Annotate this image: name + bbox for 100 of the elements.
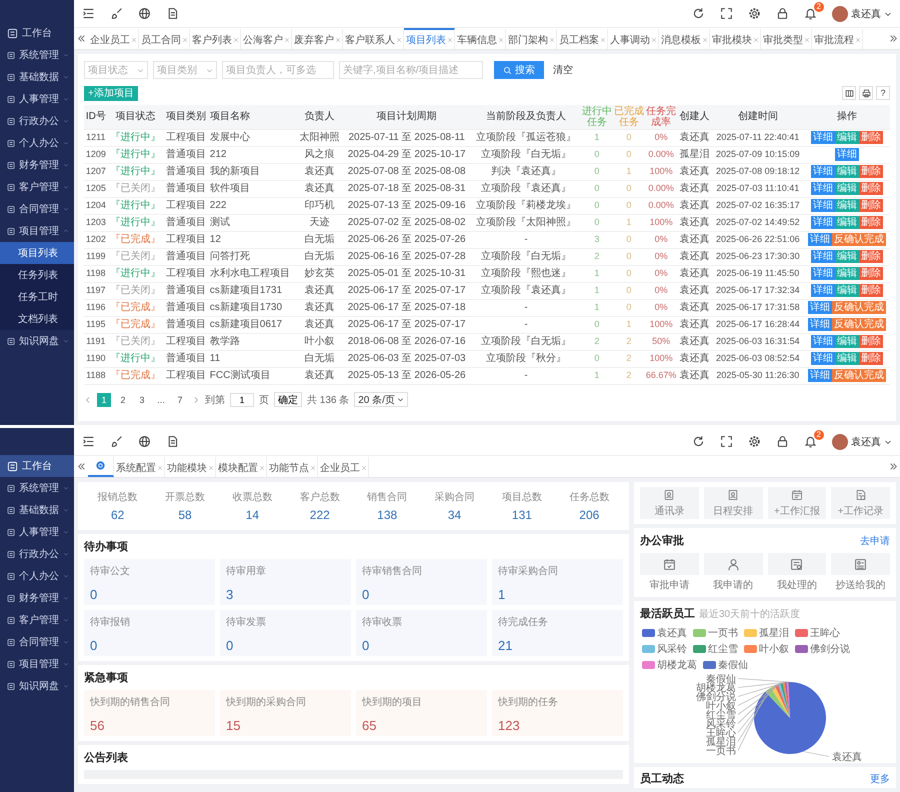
tab[interactable]: 客户联系人 — [343, 28, 404, 49]
avatar[interactable] — [832, 6, 848, 22]
action-button[interactable]: 详细 — [834, 148, 859, 161]
action-button[interactable]: 删除 — [858, 352, 883, 365]
pie-slice[interactable] — [754, 682, 826, 754]
user-name[interactable]: 袁还真 — [851, 434, 881, 448]
sidebar-item[interactable]: 财务管理 — [0, 587, 74, 609]
tab[interactable]: 员工档案 — [557, 28, 608, 49]
action-button[interactable]: 删除 — [858, 216, 883, 229]
action-button[interactable]: 详细 — [810, 165, 835, 178]
sidebar-item[interactable]: 系统管理 — [0, 477, 74, 499]
lock-icon[interactable] — [776, 7, 789, 20]
close-icon[interactable] — [208, 464, 214, 470]
sidebar-subitem[interactable]: 文档列表 — [0, 308, 74, 330]
action-button[interactable]: 详细 — [808, 233, 832, 246]
close-icon[interactable] — [310, 464, 316, 470]
tab[interactable]: 员工合同 — [139, 28, 190, 49]
action-button[interactable]: 详细 — [810, 182, 835, 195]
apply-link[interactable]: 去申请 — [860, 534, 890, 548]
action-button[interactable]: 删除 — [858, 335, 883, 348]
tab[interactable]: 车辆信息 — [455, 28, 506, 49]
action-button[interactable]: 详细 — [810, 250, 835, 263]
close-icon[interactable] — [233, 36, 239, 42]
sidebar-item[interactable]: 工作台 — [0, 22, 74, 44]
close-icon[interactable] — [131, 36, 137, 42]
lock-icon[interactable] — [776, 435, 789, 448]
summary-tile[interactable]: 待审发票 0 — [220, 610, 351, 656]
icon-tile[interactable] — [640, 553, 699, 575]
pie-slice[interactable] — [780, 682, 790, 718]
menu-icon[interactable] — [82, 435, 95, 448]
tab[interactable]: 部门架构 — [506, 28, 557, 49]
previous-page-icon[interactable] — [84, 396, 92, 404]
sidebar-item[interactable]: 知识网盘 — [0, 675, 74, 697]
summary-tile[interactable]: 待审销售合同 0 — [356, 559, 487, 605]
tab[interactable]: 功能节点 — [267, 456, 318, 477]
tab[interactable]: 审批流程 — [812, 28, 863, 49]
action-button[interactable]: 详细 — [810, 352, 835, 365]
double-chevron-right-icon[interactable] — [888, 34, 898, 43]
more-link[interactable]: 更多 — [870, 772, 890, 786]
action-button[interactable]: 详细 — [810, 216, 835, 229]
close-icon[interactable] — [259, 464, 265, 470]
sidebar-item[interactable]: 工作台 — [0, 455, 74, 477]
tab[interactable]: 系统配置 — [114, 456, 165, 477]
icon-tile[interactable] — [704, 553, 762, 575]
tab[interactable]: 企业员工 — [318, 456, 369, 477]
page-button[interactable]: 3 — [135, 392, 149, 406]
sidebar-item[interactable]: 客户管理 — [0, 609, 74, 631]
sidebar-item[interactable]: 行政办公 — [0, 543, 74, 565]
legend-item[interactable]: 一页书 — [693, 626, 738, 640]
next-page-icon[interactable] — [192, 396, 200, 404]
legend-item[interactable]: 孤星泪 — [744, 626, 789, 640]
close-icon[interactable] — [335, 36, 341, 42]
brush-icon[interactable] — [110, 7, 123, 20]
user-name[interactable]: 袁还真 — [851, 6, 881, 20]
avatar[interactable] — [832, 434, 848, 450]
document-icon[interactable] — [166, 7, 179, 20]
document-icon[interactable] — [166, 435, 179, 448]
close-icon[interactable] — [702, 36, 708, 42]
tab[interactable]: 项目列表 — [404, 28, 455, 49]
sidebar-item[interactable]: 人事管理 — [0, 521, 74, 543]
close-icon[interactable] — [804, 36, 810, 42]
menu-icon[interactable] — [82, 7, 95, 20]
page-button[interactable]: 2 — [116, 392, 130, 406]
brush-icon[interactable] — [110, 435, 123, 448]
print-button[interactable] — [859, 86, 873, 100]
close-icon[interactable] — [651, 36, 657, 42]
pie-slice[interactable] — [778, 683, 790, 718]
approval-label[interactable]: 我处理的 — [776, 578, 817, 592]
tab[interactable]: 客户列表 — [190, 28, 241, 49]
tab[interactable]: 审批类型 — [761, 28, 812, 49]
tab[interactable]: 消息模板 — [659, 28, 710, 49]
close-icon[interactable] — [549, 36, 555, 42]
sidebar-item[interactable]: 系统管理 — [0, 44, 74, 66]
page-button[interactable]: 7 — [173, 392, 187, 406]
tab[interactable]: 废弃客户 — [292, 28, 343, 49]
quick-link[interactable]: +工作记录 — [831, 487, 890, 519]
page-number-field[interactable]: 1 — [230, 392, 254, 406]
quick-link[interactable]: 日程安排 — [704, 487, 762, 519]
settings-icon[interactable] — [748, 435, 761, 448]
action-button[interactable]: 详细 — [810, 199, 835, 212]
sidebar-item[interactable]: 个人办公 — [0, 132, 74, 154]
summary-tile[interactable]: 快到期的项目 65 — [356, 690, 487, 736]
legend-item[interactable]: 秦假仙 — [703, 658, 748, 672]
confirm-button[interactable]: 确定 — [274, 392, 302, 407]
sidebar-item[interactable]: 知识网盘 — [0, 330, 74, 352]
tab[interactable] — [88, 456, 114, 477]
sidebar-item[interactable]: 人事管理 — [0, 88, 74, 110]
action-button[interactable]: 删除 — [858, 284, 883, 297]
page-size-select[interactable]: 20 条/页 — [354, 392, 408, 407]
sidebar-item[interactable]: 基础数据 — [0, 499, 74, 521]
action-button[interactable]: 详细 — [808, 369, 832, 382]
close-icon[interactable] — [447, 36, 453, 42]
page-button[interactable]: ... — [154, 392, 168, 406]
icon-tile[interactable] — [831, 553, 890, 575]
legend-item[interactable]: 红尘雪 — [693, 642, 738, 656]
globe-icon[interactable] — [138, 435, 151, 448]
summary-tile[interactable]: 快到期的采购合同 15 — [220, 690, 351, 736]
legend-item[interactable]: 袁还真 — [642, 626, 687, 640]
sidebar-item[interactable]: 项目管理 — [0, 653, 74, 675]
close-icon[interactable] — [396, 36, 402, 42]
